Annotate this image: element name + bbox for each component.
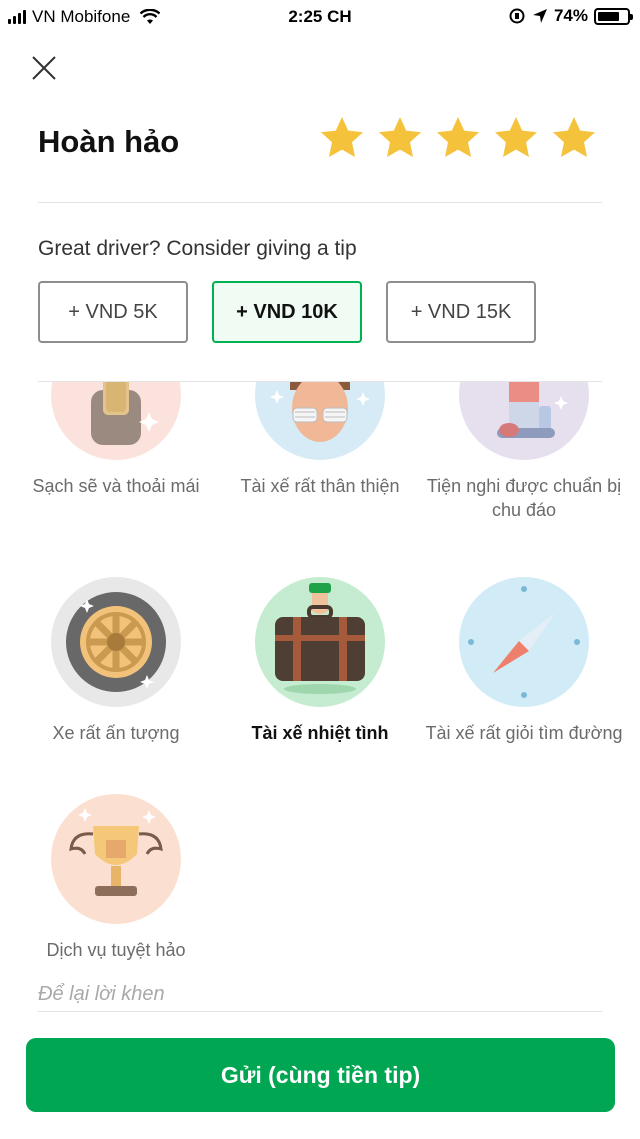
compliment-label: Sạch sẽ và thoải mái	[32, 476, 200, 496]
compliment-excellent-service[interactable]: Dịch vụ tuyệt hảo	[16, 794, 216, 962]
orientation-lock-icon	[509, 8, 525, 24]
star-icon[interactable]	[492, 114, 540, 162]
compliment-navigation[interactable]: Tài xế rất giỏi tìm đường	[424, 577, 624, 745]
star-icon[interactable]	[318, 114, 366, 162]
amenities-icon	[459, 382, 589, 460]
compliment-friendly[interactable]: Tài xế rất thân thiện	[220, 382, 420, 498]
divider	[38, 202, 602, 203]
star-rating[interactable]	[318, 114, 598, 162]
status-left: VN Mobifone	[8, 7, 161, 27]
wheel-icon	[51, 577, 181, 707]
battery-icon	[594, 7, 633, 25]
star-icon[interactable]	[434, 114, 482, 162]
battery-level	[598, 11, 619, 21]
tip-options: + VND 5K + VND 10K + VND 15K	[38, 281, 536, 343]
compliment-label: Xe rất ấn tượng	[52, 723, 180, 743]
tip-option-15k[interactable]: + VND 15K	[386, 281, 536, 343]
praise-input[interactable]	[38, 978, 602, 1012]
compliment-impressive-car[interactable]: Xe rất ấn tượng	[16, 577, 216, 745]
compliment-amenities[interactable]: Tiện nghi được chuẩn bị chu đáo	[424, 382, 624, 522]
compliment-enthusiastic[interactable]: Tài xế nhiệt tình	[220, 577, 420, 745]
carrier-name: VN Mobifone	[32, 7, 131, 26]
signal-icon	[8, 10, 26, 24]
compliment-label: Tài xế rất thân thiện	[240, 476, 400, 496]
seat-icon	[51, 382, 181, 460]
wifi-icon	[140, 9, 161, 24]
compliment-label: Dịch vụ tuyệt hảo	[46, 940, 186, 960]
star-icon[interactable]	[550, 114, 598, 162]
rating-title: Hoàn hảo	[38, 124, 180, 159]
luggage-icon	[255, 577, 385, 707]
submit-button[interactable]: Gửi (cùng tiền tip)	[26, 1038, 615, 1112]
trophy-icon	[51, 794, 181, 924]
tip-prompt: Great driver? Consider giving a tip	[38, 237, 357, 260]
friendly-driver-icon	[255, 382, 385, 460]
close-icon[interactable]	[28, 52, 60, 84]
compliment-clean[interactable]: Sạch sẽ và thoải mái	[16, 382, 216, 498]
compliment-label: Tài xế rất giỏi tìm đường	[425, 723, 623, 743]
location-arrow-icon	[532, 9, 547, 23]
star-icon[interactable]	[376, 114, 424, 162]
compliment-grid: Sạch sẽ và thoải mái Tài xế rất thân thi…	[0, 382, 640, 972]
tip-option-5k[interactable]: + VND 5K	[38, 281, 188, 343]
battery-percent: 74%	[553, 6, 588, 25]
compliment-label: Tiện nghi được chuẩn bị chu đáo	[426, 476, 622, 520]
tip-option-10k[interactable]: + VND 10K	[212, 281, 362, 343]
compass-icon	[459, 577, 589, 707]
status-right: 74%	[508, 6, 633, 26]
compliment-label: Tài xế nhiệt tình	[251, 723, 389, 743]
status-bar: VN Mobifone 2:25 CH 74%	[0, 0, 640, 36]
